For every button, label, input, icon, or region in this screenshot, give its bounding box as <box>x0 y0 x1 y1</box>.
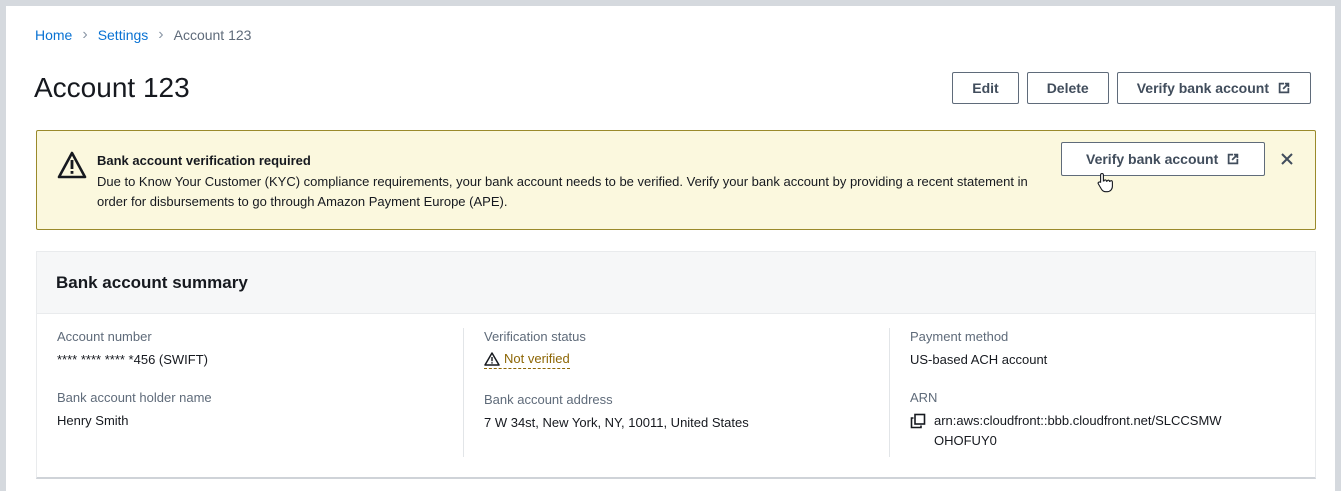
status-text: Not verified <box>504 351 570 366</box>
verify-bank-account-button[interactable]: Verify bank account <box>1116 72 1311 104</box>
account-number-label: Account number <box>57 329 152 344</box>
chevron-right-icon: › <box>82 26 88 43</box>
payment-method-field: Payment method US-based ACH account <box>910 328 1315 370</box>
page-content: Home › Settings › Account 123 Account 12… <box>30 6 1316 491</box>
summary-column-1: Account number **** **** **** *456 (SWIF… <box>37 328 463 457</box>
account-number-value: **** **** **** *456 (SWIFT) <box>57 352 208 367</box>
breadcrumb: Home › Settings › Account 123 <box>35 26 251 44</box>
arn-field: ARN arn:aws:cloudfront::bbb.cloudfront.n… <box>910 389 1315 451</box>
app-frame: Home › Settings › Account 123 Account 12… <box>0 0 1341 491</box>
account-number-field: Account number **** **** **** *456 (SWIF… <box>57 328 463 370</box>
arn-value: arn:aws:cloudfront::bbb.cloudfront.net/S… <box>934 413 1222 448</box>
external-link-icon <box>1228 153 1239 165</box>
page-title: Account 123 <box>34 72 190 103</box>
breadcrumb-settings[interactable]: Settings <box>98 27 149 43</box>
alert-verify-button-label: Verify bank account <box>1086 151 1219 167</box>
alert-close-button[interactable] <box>1275 147 1299 171</box>
breadcrumb-current: Account 123 <box>173 27 252 43</box>
alert-title: Bank account verification required <box>97 153 311 168</box>
verification-status-field: Verification status Not verified <box>484 328 889 372</box>
close-icon <box>1281 153 1293 165</box>
verification-status-label: Verification status <box>484 329 586 344</box>
bank-account-summary-card: Bank account summary Account number ****… <box>36 251 1316 479</box>
card-header: Bank account summary <box>37 252 1315 314</box>
status-badge[interactable]: Not verified <box>484 350 570 369</box>
holder-name-field: Bank account holder name Henry Smith <box>57 389 463 431</box>
delete-button[interactable]: Delete <box>1026 72 1109 104</box>
warning-icon <box>484 352 500 366</box>
warning-icon <box>57 151 87 179</box>
verification-alert: Bank account verification required Due t… <box>36 130 1316 230</box>
summary-column-3: Payment method US-based ACH account ARN … <box>889 328 1315 457</box>
summary-column-2: Verification status Not verified Bank ac… <box>463 328 889 457</box>
copy-icon[interactable] <box>910 413 926 429</box>
holder-name-value: Henry Smith <box>57 413 129 428</box>
payment-method-value: US-based ACH account <box>910 352 1048 367</box>
external-link-icon <box>1278 82 1290 94</box>
summary-columns: Account number **** **** **** *456 (SWIF… <box>37 314 1315 477</box>
verify-button-label: Verify bank account <box>1136 80 1269 96</box>
bank-address-label: Bank account address <box>484 392 613 407</box>
bank-address-field: Bank account address 7 W 34st, New York,… <box>484 391 889 433</box>
chevron-right-icon: › <box>158 26 164 43</box>
edit-button[interactable]: Edit <box>952 72 1019 104</box>
alert-message: Due to Know Your Customer (KYC) complian… <box>97 174 1028 209</box>
arn-label: ARN <box>910 390 938 405</box>
header-actions: Edit Delete Verify bank account <box>952 72 1311 104</box>
breadcrumb-home[interactable]: Home <box>35 27 72 43</box>
payment-method-label: Payment method <box>910 329 1009 344</box>
alert-verify-button[interactable]: Verify bank account <box>1061 142 1266 176</box>
card-title: Bank account summary <box>56 273 248 292</box>
bank-address-value: 7 W 34st, New York, NY, 10011, United St… <box>484 415 749 430</box>
edit-button-label: Edit <box>972 80 999 96</box>
hand-cursor-icon <box>1097 172 1113 193</box>
delete-button-label: Delete <box>1046 80 1089 96</box>
holder-name-label: Bank account holder name <box>57 390 212 405</box>
